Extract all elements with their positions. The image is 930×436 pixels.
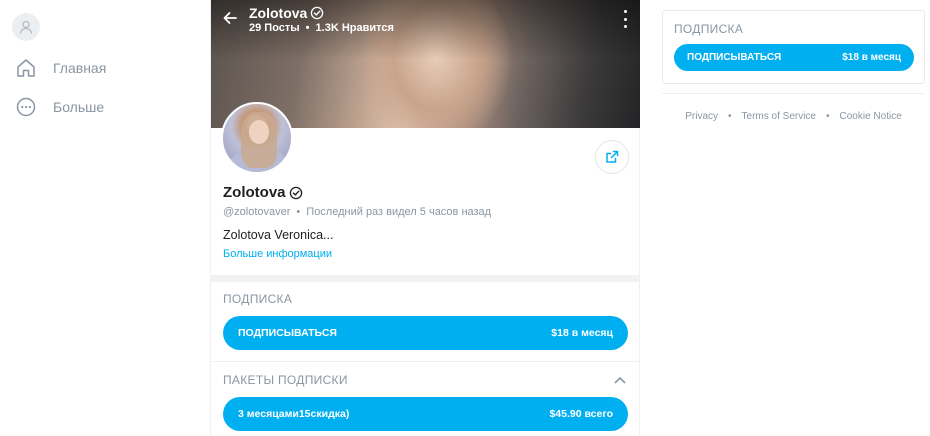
profile-name: Zolotova bbox=[223, 184, 303, 201]
subscribe-button[interactable]: ПОДПИСЫВАТЬСЯ $18 в месяц bbox=[223, 316, 628, 350]
nav-item-home[interactable]: Главная bbox=[14, 55, 106, 81]
header-stats: 29 Посты • 1.3K Нравится bbox=[249, 22, 394, 34]
cookie-notice-link[interactable]: Cookie Notice bbox=[840, 111, 902, 122]
divider bbox=[662, 93, 925, 94]
subscribe-button-label: ПОДПИСЫВАТЬСЯ bbox=[687, 52, 782, 63]
chevron-up-icon[interactable] bbox=[613, 373, 627, 387]
avatar[interactable] bbox=[221, 102, 293, 174]
subscribe-price: $18 в месяц bbox=[551, 327, 613, 339]
verified-icon bbox=[311, 6, 324, 20]
verified-icon bbox=[289, 186, 302, 199]
divider bbox=[211, 275, 640, 282]
nav-item-label: Больше bbox=[53, 99, 105, 115]
profile-display-name: Zolotova bbox=[223, 184, 286, 201]
divider bbox=[211, 361, 640, 362]
privacy-link[interactable]: Privacy bbox=[685, 111, 718, 122]
left-navigation: Главная Больше bbox=[0, 0, 210, 436]
header-name: Zolotova bbox=[249, 5, 308, 21]
profile-bio: Zolotova Veronica... bbox=[223, 228, 334, 242]
profile-column: Zolotova 29 Посты • 1.3K Нравится Zoloto… bbox=[210, 0, 640, 436]
subscribe-button-label: ПОДПИСЫВАТЬСЯ bbox=[238, 327, 337, 339]
share-icon bbox=[606, 150, 619, 163]
back-arrow-icon[interactable] bbox=[221, 9, 239, 27]
user-avatar-icon[interactable] bbox=[12, 13, 40, 41]
last-seen: Последний раз видел 5 часов назад bbox=[306, 206, 492, 218]
sidebar-subscribe-button[interactable]: ПОДПИСЫВАТЬСЯ $18 в месяц bbox=[674, 44, 914, 71]
nav-item-more[interactable]: Больше bbox=[14, 94, 104, 120]
profile-handle: @zolotovaver bbox=[223, 206, 291, 218]
bundles-title: ПАКЕТЫ ПОДПИСКИ bbox=[223, 373, 348, 387]
home-icon bbox=[14, 56, 38, 80]
header-title: Zolotova bbox=[249, 5, 324, 21]
subscription-card: ПОДПИСКА ПОДПИСЫВАТЬСЯ $18 в месяц bbox=[662, 10, 925, 84]
posts-count: 29 Посты bbox=[249, 22, 300, 34]
share-button[interactable] bbox=[595, 140, 629, 174]
more-info-link[interactable]: Больше информации bbox=[223, 248, 332, 260]
bundle-button[interactable]: 3 месяцами15скидка) $45.90 всего bbox=[223, 397, 628, 431]
footer-links: Privacy • Terms of Service • Cookie Noti… bbox=[685, 111, 902, 122]
terms-link[interactable]: Terms of Service bbox=[742, 111, 816, 122]
kebab-menu-icon[interactable] bbox=[620, 10, 630, 28]
bundle-label: 3 месяцами15скидка) bbox=[238, 408, 350, 420]
bundle-price: $45.90 всего bbox=[549, 408, 613, 420]
more-icon bbox=[14, 95, 38, 119]
subscribe-price: $18 в месяц bbox=[842, 52, 901, 63]
profile-meta: @zolotovaver • Последний раз видел 5 час… bbox=[223, 206, 492, 218]
subscription-title: ПОДПИСКА bbox=[223, 292, 293, 306]
likes-count: 1.3K Нравится bbox=[315, 22, 394, 34]
nav-item-label: Главная bbox=[53, 60, 107, 76]
subscription-card-title: ПОДПИСКА bbox=[674, 22, 744, 36]
